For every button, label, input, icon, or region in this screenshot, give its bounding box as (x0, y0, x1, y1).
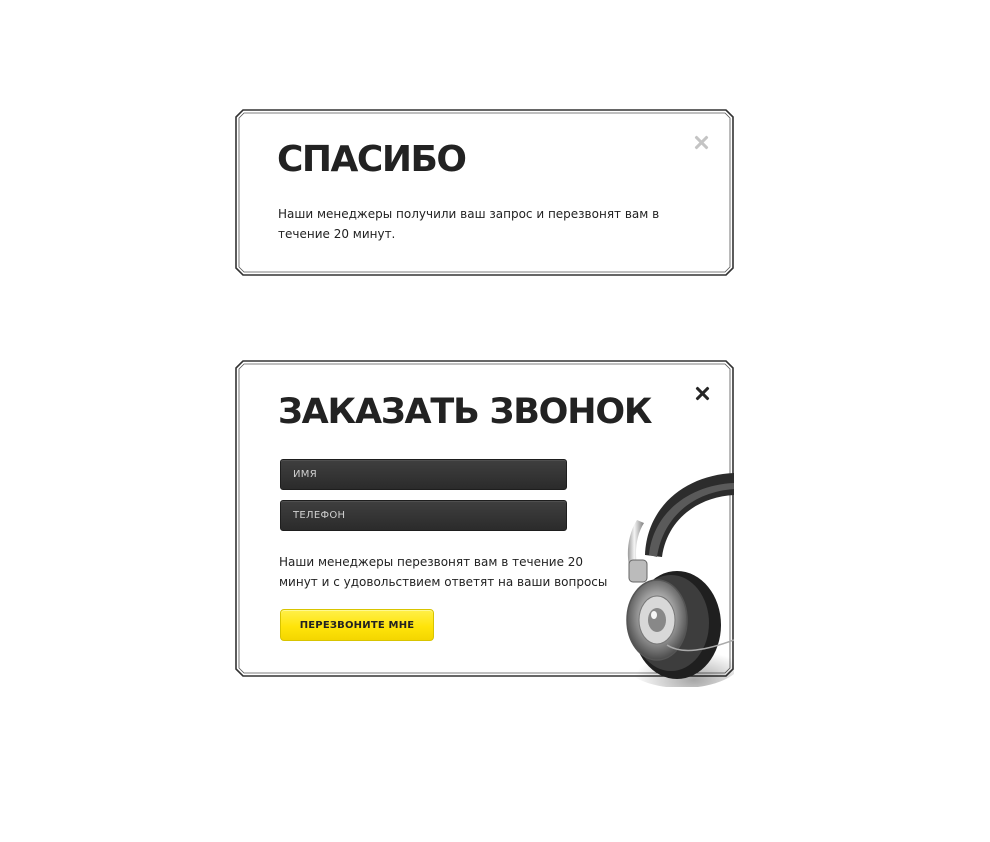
thanks-message: Наши менеджеры получили ваш запрос и пер… (278, 207, 660, 241)
close-icon[interactable] (695, 386, 709, 400)
callback-message: Наши менеджеры перезвонят вам в течение … (279, 555, 608, 589)
name-input[interactable] (280, 459, 567, 490)
thanks-modal: СПАСИБО Наши менеджеры получили ваш запр… (235, 109, 734, 276)
callback-submit-button[interactable]: ПЕРЕЗВОНИТЕ МНЕ (280, 609, 434, 641)
thanks-title: СПАСИБО (277, 139, 467, 180)
close-icon[interactable] (694, 135, 708, 149)
headphones-icon (622, 473, 734, 687)
phone-input[interactable] (280, 500, 567, 531)
callback-modal: ЗАКАЗАТЬ ЗВОНОК Наши менеджеры перезвоня… (235, 360, 734, 687)
callback-title: ЗАКАЗАТЬ ЗВОНОК (278, 392, 652, 432)
